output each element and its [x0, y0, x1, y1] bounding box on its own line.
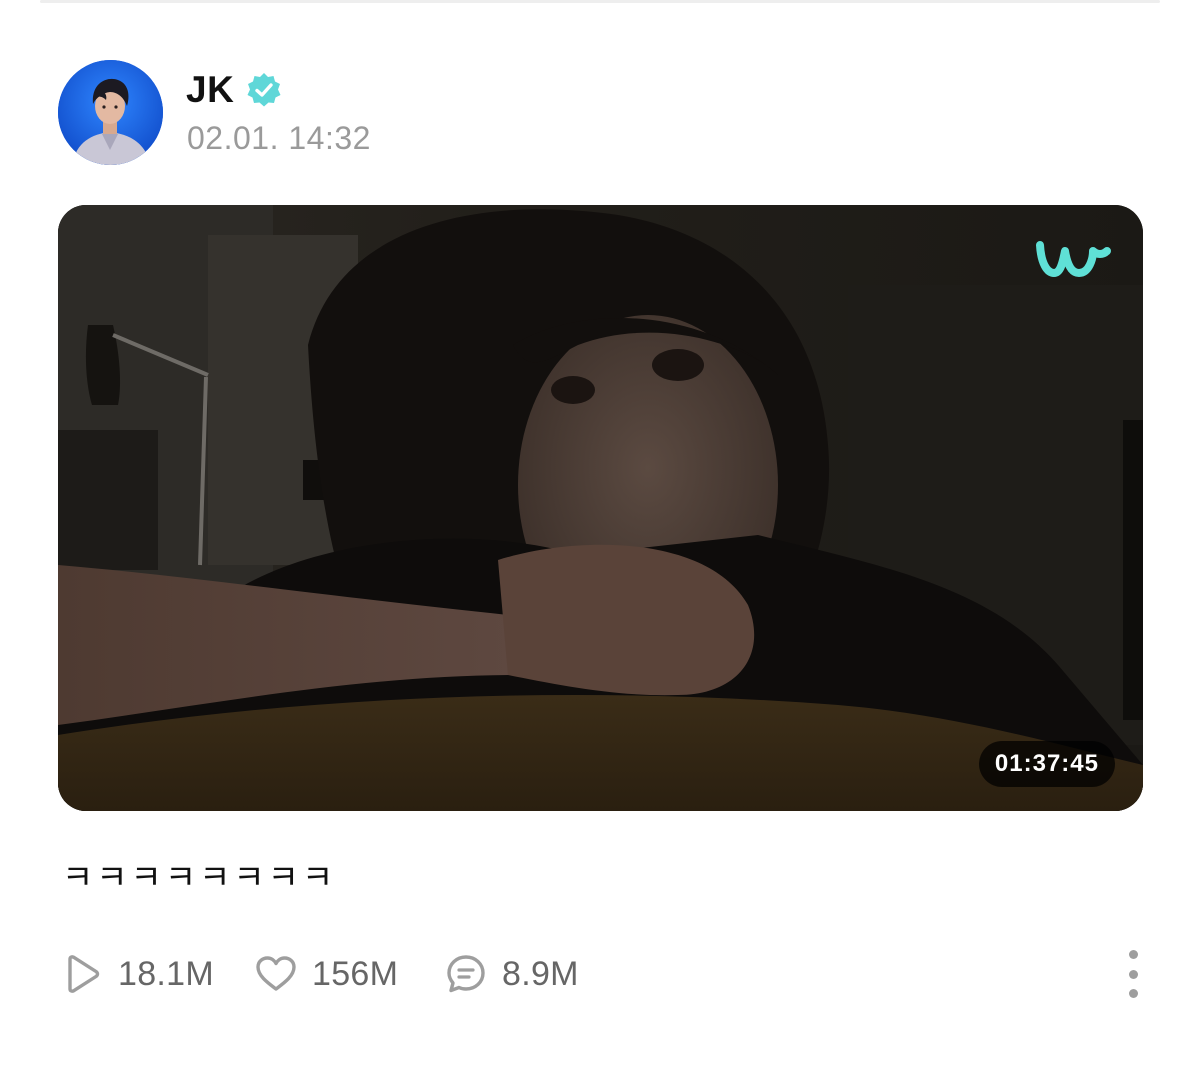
video-duration-badge: 01:37:45	[978, 741, 1115, 787]
more-dot-icon	[1128, 989, 1138, 998]
author-name[interactable]: JK	[186, 69, 234, 111]
comment-icon[interactable]	[444, 952, 488, 996]
verified-badge-icon	[246, 72, 282, 108]
like-count[interactable]: 156M	[254, 944, 398, 1004]
avatar-photo	[58, 60, 163, 165]
heart-icon[interactable]	[254, 952, 298, 996]
video-player[interactable]: 01:37:45	[58, 205, 1143, 811]
like-count-value: 156M	[312, 954, 399, 993]
play-count-value: 18.1M	[118, 954, 214, 993]
post-text: ㅋㅋㅋㅋㅋㅋㅋㅋ	[62, 859, 337, 897]
post-header: JK 02.01. 14:32	[58, 60, 658, 166]
play-count: 18.1M	[60, 944, 214, 1004]
post-page: JK 02.01. 14:32 01:37:45 ㅋㅋㅋㅋㅋㅋㅋㅋ 18.1M …	[0, 0, 1200, 1068]
video-thumbnail	[58, 205, 1143, 811]
author-avatar[interactable]	[58, 60, 163, 165]
comment-count-value: 8.9M	[502, 954, 579, 993]
top-divider	[40, 0, 1160, 3]
author-row: JK	[186, 69, 282, 111]
more-dot-icon	[1128, 950, 1138, 959]
weverse-logo-icon	[1035, 233, 1111, 281]
post-footer: 18.1M 156M 8.9M	[58, 944, 1148, 1004]
play-icon	[60, 952, 104, 996]
more-options-button[interactable]	[1118, 946, 1148, 1002]
comment-count[interactable]: 8.9M	[444, 944, 579, 1004]
post-timestamp: 02.01. 14:32	[187, 120, 371, 156]
more-dot-icon	[1128, 969, 1138, 979]
